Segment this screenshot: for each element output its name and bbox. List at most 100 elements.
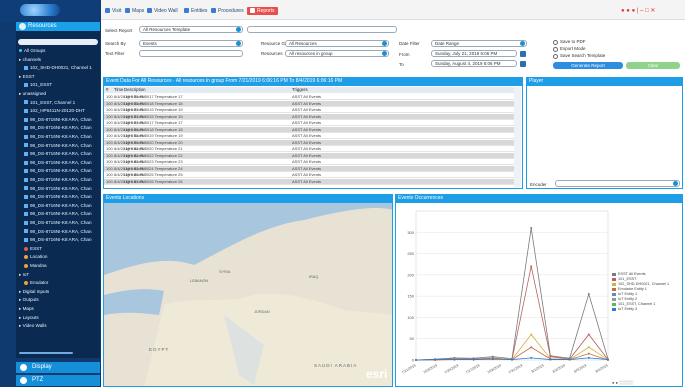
chevron-down-icon (673, 181, 678, 186)
select-report-dropdown[interactable]: All Resources Template (139, 26, 243, 33)
table-row[interactable]: 100 8/4/2019 5:35 PM Light Block 0017 Temp… (104, 94, 514, 101)
table-cell: ASST All Events (292, 120, 322, 125)
table-row[interactable]: 100 8/4/2019 5:42 PM Light Block 0020 Temp… (104, 146, 514, 153)
calendar-icon[interactable] (520, 61, 526, 67)
event-table-scrollbar[interactable] (514, 87, 521, 187)
report-name-input[interactable] (247, 26, 397, 33)
tree-item[interactable]: 98_DS-8716NI-K8 ARA, Chan (17, 159, 99, 167)
tree-item[interactable]: 98_DS-8716NI-K8 ARA, Chan (17, 167, 99, 175)
menu-procedures[interactable]: Procedures (211, 7, 244, 15)
tree-item[interactable]: Location (17, 253, 99, 261)
clear-button[interactable]: Clear (626, 62, 680, 69)
tree-item[interactable]: 98_DS-8716NI-K8 ARA, Chan (17, 236, 99, 244)
ptz-tab[interactable]: PTZ (16, 375, 100, 386)
table-cell: Light Block 0017 Temperature 17 (124, 120, 183, 125)
event-data-title: Event Data For All Resources · All resou… (103, 77, 523, 86)
tree-item[interactable]: 98_DS-8716NI-K8 ARA, Chan (17, 185, 99, 193)
col-triggers[interactable]: Triggers (292, 87, 308, 93)
col-description[interactable]: Description (124, 87, 146, 93)
table-row[interactable]: 100 8/4/2019 5:47 PM Light Block 0026 Temp… (104, 178, 514, 185)
player-panel (526, 77, 683, 189)
tree-item[interactable]: ESST (17, 245, 99, 253)
tree-item[interactable]: 98_DS-8716NI-K8 ARA, Chan (17, 210, 99, 218)
col-time[interactable]: Time (114, 87, 123, 93)
tree-item-label: 98_DS-8716NI-K8 ARA, Chan (30, 116, 92, 122)
save-pdf-checkbox[interactable] (553, 40, 558, 45)
tree-scrollbar[interactable] (19, 352, 73, 354)
table-cell: Light Block 0019 Temperature 19 (124, 133, 183, 138)
table-row[interactable]: 100 8/4/2019 5:39 PM Light Block 0020 Temp… (104, 139, 514, 146)
table-row[interactable]: 100 8/4/2019 5:38 PM Light Block 0018 Temp… (104, 126, 514, 133)
encoder-dropdown[interactable] (555, 180, 680, 187)
tree-search-input[interactable] (18, 39, 98, 45)
tree-item[interactable]: ▸ IoT (17, 271, 99, 279)
camera-icon (24, 229, 28, 234)
table-row[interactable]: 100 8/4/2019 5:37 PM Light Block 0017 Temp… (104, 120, 514, 127)
tree-item[interactable]: ▸ Layouts (17, 314, 99, 322)
tree-item[interactable]: 102_HP6411N-20120-DHT (17, 107, 99, 115)
date-filter-label: Date Filter (399, 41, 420, 46)
tree-item[interactable]: ▸ Video Walls (17, 322, 99, 330)
display-tab[interactable]: Display (16, 362, 100, 373)
resource-group-dropdown[interactable]: All Resources (285, 40, 389, 47)
table-row[interactable]: 100 8/4/2019 5:35 PM Light Block 0018 Temp… (104, 100, 514, 107)
col-index[interactable]: # (106, 87, 108, 93)
tree-item[interactable]: 101_ESST, Channel 1 (17, 99, 99, 107)
tree-item[interactable]: 98_DS-8716NI-K8 ARA, Chan (17, 124, 99, 132)
tree-item[interactable]: 98_DS-8716NI-K8 ARA, Chan (17, 142, 99, 150)
tree-item[interactable]: 98_DS-8716NI-K8 ARA, Chan (17, 150, 99, 158)
text-filter-input[interactable] (139, 50, 243, 57)
tree-item[interactable]: ▸ unassigned (17, 90, 99, 98)
tree-item[interactable]: ▸ Maps (17, 305, 99, 313)
tree-item[interactable]: ▸ ESST (17, 73, 99, 81)
window-controls[interactable]: ● ● ● | – □ ✕ (621, 7, 655, 14)
tree-item[interactable]: All Groups (17, 47, 99, 55)
tree-item[interactable]: 102_SHD-DH0021, Channel 1 (17, 64, 99, 72)
to-date-input[interactable]: Sunday, August 4, 2019 6:06 PM (431, 60, 517, 67)
menu-visit[interactable]: Visit (105, 7, 121, 15)
data-point (587, 293, 590, 296)
map-svg[interactable] (104, 195, 393, 387)
generate-report-button[interactable]: Generate Report (553, 62, 623, 69)
tree-item[interactable]: 98_DS-8716NI-K8 ARA, Chan (17, 219, 99, 227)
tree-item[interactable]: 98_DS-8716NI-K8 ARA, Chan (17, 133, 99, 141)
table-cell: 100 (106, 100, 113, 106)
tree-item[interactable]: Mandna (17, 262, 99, 270)
menu-entities[interactable]: Entities (184, 7, 207, 15)
tree-item[interactable]: ▸ channels (17, 56, 99, 64)
menu-video-wall[interactable]: Video Wall (147, 7, 178, 15)
export-mode-label: Export Mode (560, 46, 586, 51)
search-by-dropdown[interactable]: Events (139, 40, 243, 47)
tree-item[interactable]: 98_DS-8716NI-K8 ARA, Chan (17, 176, 99, 184)
table-row[interactable]: 100 8/4/2019 5:42 PM Light Block 0022 Temp… (104, 152, 514, 159)
tree-item[interactable]: ▸ Outputs (17, 296, 99, 304)
from-date-input[interactable]: Sunday, July 21, 2019 6:06 PM (431, 50, 517, 57)
date-filter-dropdown[interactable]: Date Range (431, 40, 527, 47)
table-row[interactable]: 100 8/4/2019 5:43 PM Light Block 0024 Temp… (104, 165, 514, 172)
table-row[interactable]: 100 8/4/2019 5:37 PM Light Block 0015 Temp… (104, 113, 514, 120)
tree-item[interactable]: 98_DS-8716NI-K8 ARA, Chan (17, 116, 99, 124)
export-mode-checkbox[interactable] (553, 47, 558, 52)
tree-item[interactable]: 101_ESST (17, 81, 99, 89)
calendar-icon[interactable] (520, 51, 526, 57)
resources-field-label: Resources (261, 51, 283, 56)
table-row[interactable]: 100 8/4/2019 5:38 PM Light Block 0019 Temp… (104, 133, 514, 140)
sensor-icon (24, 255, 28, 260)
tree-item[interactable]: 98_DS-8716NI-K8 ARA, Chan (17, 202, 99, 210)
table-row[interactable]: 100 8/4/2019 5:37 PM Light Block 0019 Temp… (104, 107, 514, 114)
table-row[interactable]: 100 8/4/2019 5:45 PM Light Block 0025 Temp… (104, 172, 514, 179)
save-template-checkbox[interactable] (553, 54, 558, 59)
data-point (453, 358, 456, 361)
y-tick-label: 50 (410, 336, 415, 341)
tree-item[interactable]: Emulator (17, 279, 99, 287)
resources-dropdown[interactable]: All resources in group (285, 50, 389, 57)
x-tick-label: 8/2/2019 (552, 363, 566, 373)
tree-item[interactable]: 98_DS-8716NI-K8 ARA, Chan (17, 228, 99, 236)
menu-maps[interactable]: Maps (125, 7, 144, 15)
tree-item[interactable]: 98_DS-8716NI-K8 ARA, Chan (17, 193, 99, 201)
table-row[interactable]: 100 8/4/2019 5:43 PM Light Block 0023 Temp… (104, 159, 514, 166)
tree-item[interactable]: ▸ Digital Inputs (17, 288, 99, 296)
menu-reports[interactable]: Reports (247, 7, 278, 15)
resources-header[interactable]: Resources (16, 22, 100, 31)
resources-icon (19, 23, 26, 30)
